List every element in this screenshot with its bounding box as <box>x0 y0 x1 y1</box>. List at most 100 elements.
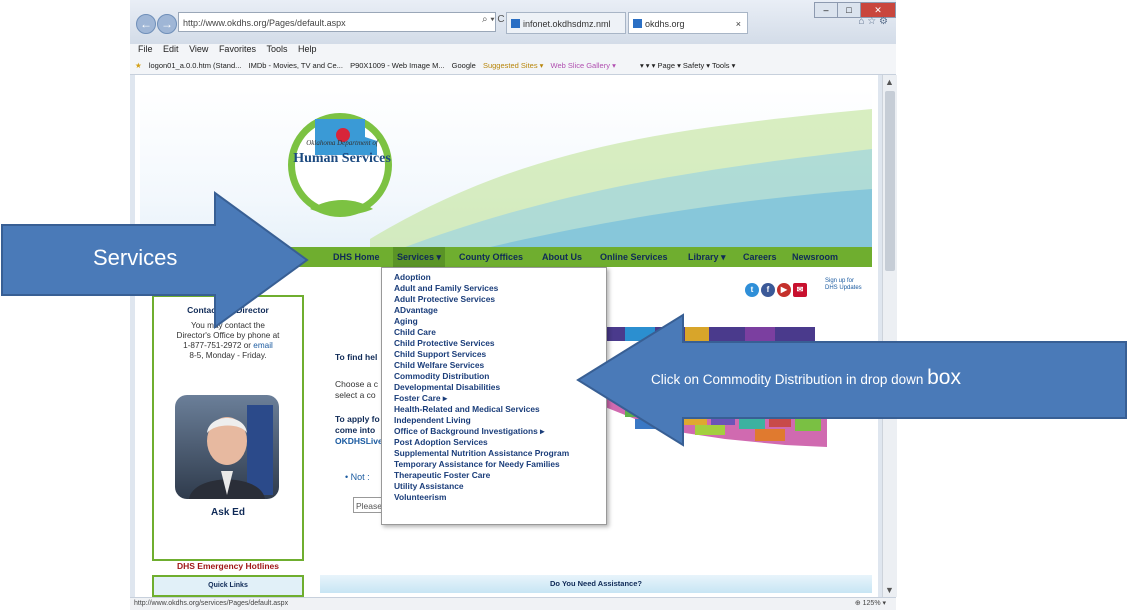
services-callout-label: Services <box>93 245 178 270</box>
menu-advantage[interactable]: ADvantage <box>394 305 438 315</box>
menu-view[interactable]: View <box>189 44 208 54</box>
services-dropdown: Adoption Adult and Family Services Adult… <box>381 267 607 525</box>
menu-child-protective-services[interactable]: Child Protective Services <box>394 338 495 348</box>
menu-edit[interactable]: Edit <box>163 44 179 54</box>
okdhslive-link[interactable]: OKDHSLive <box>335 436 383 446</box>
command-bar[interactable]: ▾ ▾ ▾ Page ▾ Safety ▾ Tools ▾ <box>640 61 735 70</box>
menu-aging[interactable]: Aging <box>394 316 418 326</box>
nav-county-offices[interactable]: County Offices <box>459 247 523 267</box>
director-portrait-graphic <box>189 405 273 499</box>
menu-developmental-disabilities[interactable]: Developmental Disabilities <box>394 382 500 392</box>
apply-text: To apply fo <box>335 414 380 424</box>
commodity-callout-box-word: box <box>927 366 961 389</box>
nav-careers[interactable]: Careers <box>743 247 777 267</box>
status-url: http://www.okdhs.org/services/Pages/defa… <box>134 600 289 607</box>
contact-phone: 1-877-751-2972 or <box>183 341 254 350</box>
menu-commodity-distribution[interactable]: Commodity Distribution <box>394 371 489 381</box>
contact-phone-line: 1-877-751-2972 or email <box>160 341 296 351</box>
scroll-down-icon[interactable]: ▼ <box>885 585 894 595</box>
menu-adult-protective-services[interactable]: Adult Protective Services <box>394 294 495 304</box>
director-photo[interactable] <box>175 395 279 499</box>
nav-services[interactable]: Services ▾ <box>393 247 446 267</box>
menu-child-welfare-services[interactable]: Child Welfare Services <box>394 360 484 370</box>
contact-hours: 8-5, Monday - Friday. <box>189 351 267 360</box>
choose-text: select a co <box>335 390 376 400</box>
need-assistance-header: Do You Need Assistance? <box>320 575 872 593</box>
fav-link[interactable]: IMDb - Movies, TV and Ce... <box>249 61 343 70</box>
logo-subtitle: Oklahoma Department of <box>306 139 378 147</box>
tab-label: infonet.okdhsdmz.nml <box>523 19 611 29</box>
tab-favicon-icon <box>633 19 642 28</box>
nav-about-us[interactable]: About Us <box>542 247 582 267</box>
menu-foster-care[interactable]: Foster Care ▸ <box>394 393 447 403</box>
menu-health-related-medical[interactable]: Health-Related and Medical Services <box>394 404 540 414</box>
apply-text: come into <box>335 425 376 435</box>
menu-utility-assistance[interactable]: Utility Assistance <box>394 481 464 491</box>
menu-adoption[interactable]: Adoption <box>394 272 431 282</box>
scrollbar-thumb[interactable] <box>885 91 895 271</box>
nav-dhs-home[interactable]: DHS Home <box>333 247 380 267</box>
choose-text: Choose a c <box>335 379 378 389</box>
fav-link[interactable]: Google <box>452 61 476 70</box>
menu-child-support-services[interactable]: Child Support Services <box>394 349 486 359</box>
menu-tanf[interactable]: Temporary Assistance for Needy Families <box>394 459 560 469</box>
youtube-icon[interactable]: ▶ <box>777 283 791 297</box>
favorites-star-icon[interactable]: ★ <box>135 61 142 70</box>
menu-tools[interactable]: Tools <box>266 44 287 54</box>
menu-file[interactable]: File <box>138 44 153 54</box>
maximize-button[interactable]: □ <box>837 2 861 18</box>
back-button[interactable]: ← <box>136 14 156 34</box>
social-icons: t f ▶ ✉ <box>745 279 809 297</box>
nav-newsroom[interactable]: Newsroom <box>792 247 838 267</box>
menu-adult-family-services[interactable]: Adult and Family Services <box>394 283 498 293</box>
commodity-callout-label: Click on Commodity Distribution in drop … <box>651 366 961 390</box>
signup-link[interactable]: Sign up for DHS Updates <box>825 278 862 292</box>
not-sure-link[interactable]: • Not : <box>345 472 370 482</box>
tab-okdhs[interactable]: okdhs.org × <box>628 12 748 34</box>
logo-title: Human Services <box>293 151 391 166</box>
twitter-icon[interactable]: t <box>745 283 759 297</box>
title-bar: ← → http://www.okdhs.org/Pages/default.a… <box>130 0 896 44</box>
favorites-bar: ★ logon01_a.0.0.htm (Stand... IMDb - Mov… <box>130 58 896 75</box>
fav-link[interactable]: P90X1009 - Web Image M... <box>350 61 445 70</box>
scroll-up-icon[interactable]: ▲ <box>885 77 894 87</box>
menu-therapeutic-foster-care[interactable]: Therapeutic Foster Care <box>394 470 490 480</box>
zoom-level[interactable]: ⊕ 125% ▾ <box>855 598 886 610</box>
menu-background-investigations[interactable]: Office of Background Investigations ▸ <box>394 426 544 436</box>
tab-label: okdhs.org <box>645 19 685 29</box>
facebook-icon[interactable]: f <box>761 283 775 297</box>
address-bar[interactable]: http://www.okdhs.org/Pages/default.aspx <box>178 12 496 32</box>
minimize-button[interactable]: – <box>814 2 838 18</box>
find-help-heading: To find hel <box>335 352 378 362</box>
commodity-callout-text: Click on Commodity Distribution in drop … <box>651 372 928 387</box>
menu-snap[interactable]: Supplemental Nutrition Assistance Progra… <box>394 448 569 458</box>
tab-close-icon[interactable]: × <box>736 13 741 35</box>
status-bar: http://www.okdhs.org/services/Pages/defa… <box>130 597 896 610</box>
menu-help[interactable]: Help <box>298 44 317 54</box>
tab-infonet[interactable]: infonet.okdhsdmz.nml <box>506 12 626 34</box>
home-favorites-settings-icons[interactable]: ⌂ ☆ ⚙ <box>858 16 888 27</box>
contact-director-box: Contact the Director You may contact the… <box>152 295 304 561</box>
fav-link[interactable]: Web Slice Gallery ▾ <box>551 61 616 70</box>
nav-online-services[interactable]: Online Services <box>600 247 668 267</box>
menu-child-care[interactable]: Child Care <box>394 327 436 337</box>
emergency-hotlines-link[interactable]: DHS Emergency Hotlines <box>152 561 304 571</box>
menu-bar: File Edit View Favorites Tools Help <box>130 44 896 58</box>
ask-ed-link[interactable]: Ask Ed <box>154 507 302 518</box>
menu-post-adoption-services[interactable]: Post Adoption Services <box>394 437 488 447</box>
email-link[interactable]: email <box>253 341 273 350</box>
menu-favorites[interactable]: Favorites <box>219 44 256 54</box>
signup-line2: DHS Updates <box>825 285 862 291</box>
fav-link[interactable]: Suggested Sites ▾ <box>483 61 543 70</box>
nav-library[interactable]: Library ▾ <box>688 247 726 267</box>
contact-line: Director's Office by phone at <box>176 331 280 340</box>
tab-favicon-icon <box>511 19 520 28</box>
menu-independent-living[interactable]: Independent Living <box>394 415 471 425</box>
signup-line1: Sign up for <box>825 278 855 284</box>
address-search-icon[interactable]: ⌕ ▾ C <box>482 14 505 25</box>
quick-links-header: Quick Links <box>152 575 304 597</box>
menu-volunteerism[interactable]: Volunteerism <box>394 492 446 502</box>
fav-link[interactable]: logon01_a.0.0.htm (Stand... <box>149 61 242 70</box>
email-updates-icon[interactable]: ✉ <box>793 283 807 297</box>
forward-button[interactable]: → <box>157 14 177 34</box>
